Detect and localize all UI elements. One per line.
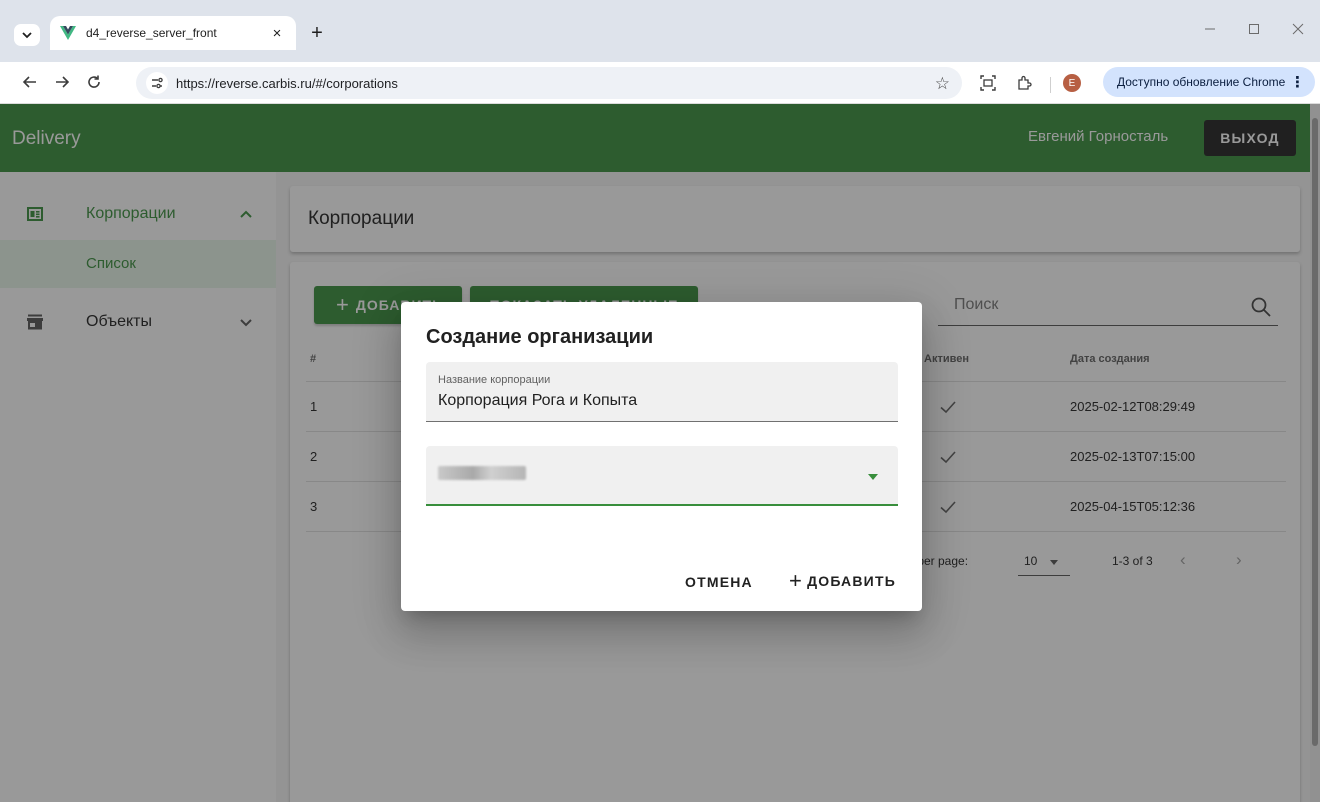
- chevron-down-icon: [22, 32, 32, 39]
- corporation-name-field[interactable]: Название корпорации Корпорация Рога и Ко…: [426, 362, 898, 422]
- create-organization-dialog: Создание организации Название корпорации…: [401, 302, 922, 611]
- forward-icon: [56, 76, 70, 88]
- update-label: Доступно обновление Chrome: [1117, 75, 1286, 89]
- dialog-actions: ОТМЕНА + ДОБАВИТЬ: [401, 564, 922, 600]
- site-info-button[interactable]: [146, 72, 168, 94]
- close-window-button[interactable]: [1276, 22, 1320, 39]
- plus-icon: +: [789, 568, 804, 593]
- more-icon[interactable]: ⋮: [1290, 73, 1305, 91]
- new-tab-button[interactable]: +: [305, 22, 329, 44]
- window-controls: [1188, 22, 1320, 39]
- organization-select[interactable]: [426, 446, 898, 506]
- browser-toolbar: https://reverse.carbis.ru/#/corporations…: [0, 62, 1320, 104]
- profile-avatar[interactable]: E: [1063, 74, 1081, 92]
- url-text: https://reverse.carbis.ru/#/corporations: [176, 75, 398, 91]
- browser-tabstrip: d4_reverse_server_front × +: [0, 0, 1320, 62]
- screenshot-icon: [980, 75, 996, 91]
- chrome-update-button[interactable]: Доступно обновление Chrome ⋮: [1103, 67, 1315, 97]
- close-icon: [1292, 23, 1304, 35]
- caret-down-icon: [868, 474, 878, 480]
- bookmark-star-icon[interactable]: ☆: [935, 74, 950, 94]
- add-button-label: ДОБАВИТЬ: [807, 573, 896, 589]
- browser-tab[interactable]: d4_reverse_server_front ×: [50, 16, 296, 50]
- field-label: Название корпорации: [438, 374, 551, 386]
- minimize-button[interactable]: [1188, 22, 1232, 39]
- screenshot-button[interactable]: [978, 73, 998, 93]
- reload-icon: [88, 75, 100, 88]
- back-button[interactable]: [18, 70, 42, 94]
- maximize-icon: [1249, 24, 1259, 34]
- maximize-button[interactable]: [1232, 22, 1276, 39]
- dialog-title: Создание организации: [426, 326, 654, 348]
- select-value-blurred: [438, 466, 526, 480]
- extensions-button[interactable]: [1014, 73, 1034, 93]
- address-bar[interactable]: https://reverse.carbis.ru/#/corporations…: [136, 67, 962, 99]
- cancel-button[interactable]: ОТМЕНА: [679, 570, 759, 594]
- extensions-icon: [1018, 75, 1032, 90]
- corporation-name-input[interactable]: Корпорация Рога и Копыта: [438, 392, 637, 410]
- tab-close-icon[interactable]: ×: [268, 25, 286, 42]
- tab-search-button[interactable]: [14, 24, 40, 46]
- minimize-icon: [1205, 28, 1215, 30]
- tab-title: d4_reverse_server_front: [86, 26, 217, 40]
- toolbar-divider: [1050, 77, 1051, 93]
- vue-favicon-icon: [60, 26, 76, 40]
- reload-button[interactable]: [82, 70, 106, 94]
- back-icon: [22, 76, 36, 88]
- forward-button[interactable]: [50, 70, 74, 94]
- add-button[interactable]: + ДОБАВИТЬ: [783, 566, 902, 596]
- site-info-icon: [152, 77, 163, 89]
